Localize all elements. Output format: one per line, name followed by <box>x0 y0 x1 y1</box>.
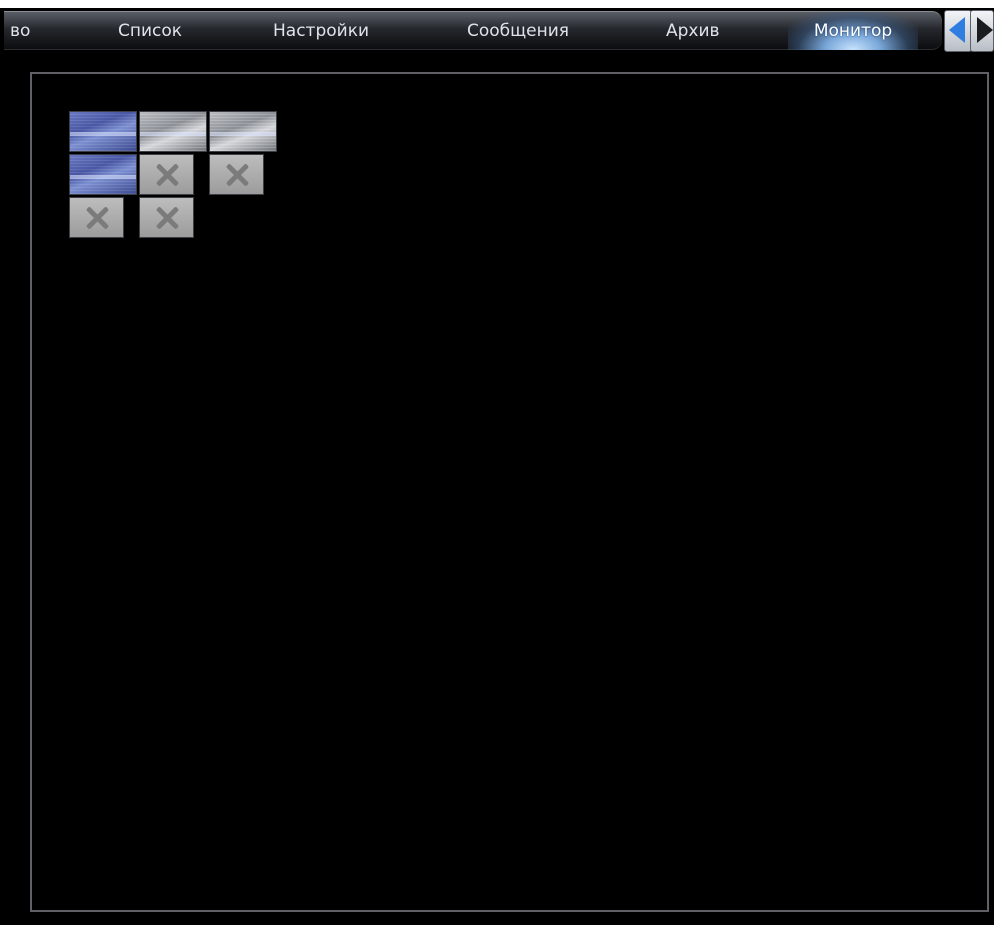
arrow-right-icon[interactable] <box>970 10 994 52</box>
camera-tile-2[interactable] <box>139 111 207 152</box>
camera-tile-1[interactable] <box>69 111 137 152</box>
camera-tile-7-offline[interactable] <box>69 197 124 238</box>
tab-bar: во Список Настройки Сообщения Архив Мони… <box>0 8 994 54</box>
camera-tile-4[interactable] <box>69 154 137 195</box>
app-window: во Список Настройки Сообщения Архив Мони… <box>0 0 994 925</box>
close-icon <box>225 163 249 187</box>
camera-image <box>70 174 136 179</box>
camera-image <box>140 131 206 136</box>
close-icon <box>155 206 179 230</box>
camera-tile-3[interactable] <box>209 111 277 152</box>
arrow-left-icon[interactable] <box>944 10 972 52</box>
close-icon <box>155 163 179 187</box>
tab-monitor[interactable]: Монитор <box>788 12 918 50</box>
tab-messages[interactable]: Сообщения <box>467 12 569 50</box>
tab-partial[interactable]: во <box>10 12 30 50</box>
camera-tile-8-offline[interactable] <box>139 197 194 238</box>
tab-settings[interactable]: Настройки <box>273 12 369 50</box>
monitor-frame <box>30 72 989 912</box>
tab-list[interactable]: Список <box>118 12 182 50</box>
camera-image <box>210 131 276 136</box>
camera-image <box>70 131 136 136</box>
tab-archive[interactable]: Архив <box>666 12 720 50</box>
camera-tile-5-offline[interactable] <box>139 154 194 195</box>
camera-tile-6-offline[interactable] <box>209 154 264 195</box>
close-icon <box>85 206 109 230</box>
tab-strip: во Список Настройки Сообщения Архив Мони… <box>4 11 942 50</box>
monitor-area <box>0 54 994 925</box>
